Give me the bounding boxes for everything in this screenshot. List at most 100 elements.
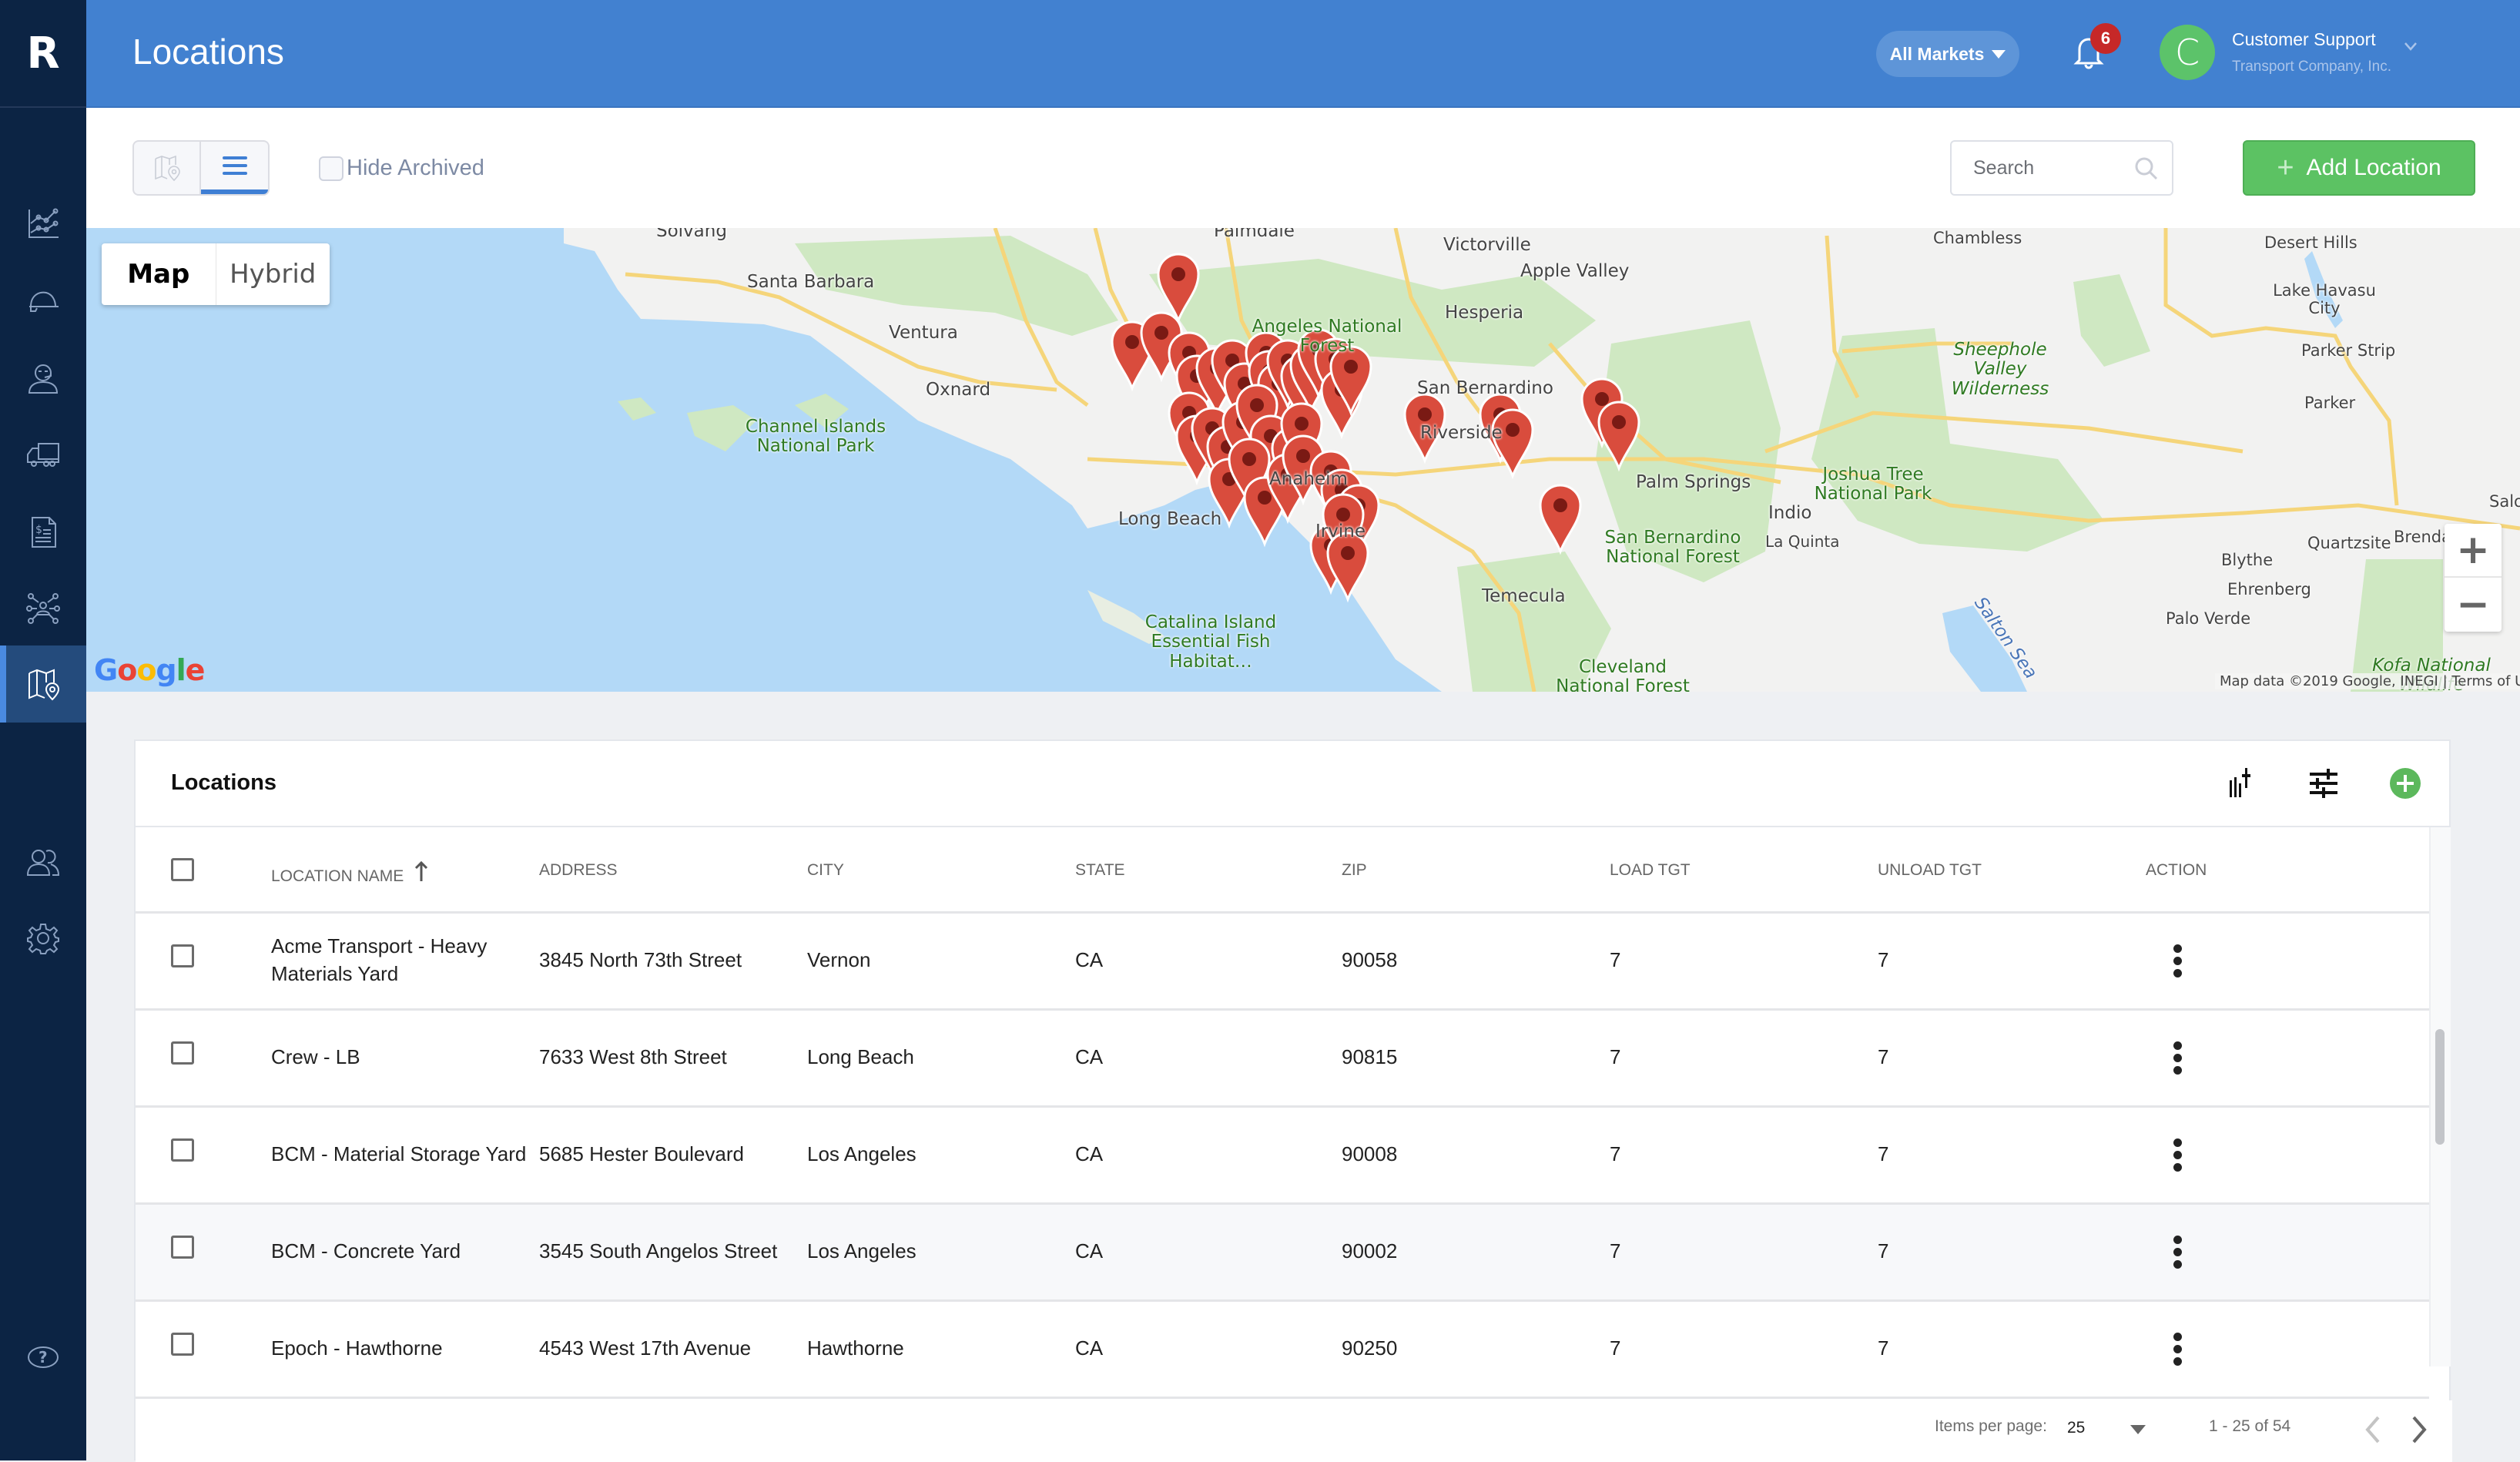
sidebar: R $ ?: [0, 0, 86, 1460]
terms-of-use-link[interactable]: Terms of Use: [2451, 673, 2520, 689]
cell-location-name: BCM - Material Storage Yard: [271, 1142, 527, 1165]
cell-zip: 90008: [1342, 1142, 1398, 1165]
scrollbar-thumb[interactable]: [2435, 1029, 2445, 1145]
column-header-unload-tgt[interactable]: Unload TGT: [1878, 861, 1982, 880]
column-header-city[interactable]: City: [807, 861, 844, 880]
user-menu-chevron-icon[interactable]: [2403, 39, 2418, 54]
cell-location-name: Crew - LB: [271, 1045, 360, 1068]
map-canvas[interactable]: [86, 228, 2520, 692]
sidebar-item-invoices[interactable]: $: [0, 493, 86, 570]
row-actions-menu-icon[interactable]: [2173, 1041, 2183, 1075]
map-view-icon: [154, 155, 180, 182]
help-button[interactable]: ?: [0, 1319, 86, 1396]
cell-zip: 90002: [1342, 1239, 1398, 1262]
previous-page-button[interactable]: [2361, 1414, 2384, 1445]
row-actions-menu-icon[interactable]: [2173, 1138, 2183, 1172]
map-label: Quartzsite: [2307, 534, 2391, 552]
app-logo[interactable]: R: [0, 0, 86, 108]
cell-unload-tgt: 7: [1878, 1045, 1889, 1068]
sidebar-item-settings[interactable]: [0, 900, 86, 977]
sidebar-item-analytics[interactable]: [0, 185, 86, 262]
cell-address: 5685 Hester Boulevard: [539, 1142, 744, 1165]
column-header-location-name[interactable]: Location Name: [271, 860, 428, 886]
svg-text:?: ?: [39, 1348, 48, 1366]
map-label-park: Channel Islands National Park: [745, 417, 886, 457]
table-row[interactable]: Acme Transport - Heavy Materials Yard 384…: [136, 914, 2429, 1011]
map-label: San Bernardino: [1417, 378, 1553, 398]
map-label: Hesperia: [1445, 303, 1524, 323]
column-header-address[interactable]: Address: [539, 861, 618, 880]
map-label: Santa Barbara: [747, 272, 875, 292]
map-label-park: Angeles National Forest: [1252, 317, 1402, 357]
hide-archived-checkbox[interactable]: [319, 156, 343, 181]
sidebar-item-network[interactable]: [0, 570, 86, 647]
table-scrollbar[interactable]: [2429, 827, 2451, 1366]
select-all-checkbox[interactable]: [171, 858, 194, 881]
items-per-page-label: Items per page:: [1935, 1417, 2047, 1435]
cell-address: 3545 South Angelos Street: [539, 1239, 778, 1262]
map-label: La Quinta: [1765, 532, 1840, 551]
map-type-map[interactable]: Map: [102, 243, 216, 305]
row-actions-menu-icon[interactable]: [2173, 1236, 2183, 1269]
sidebar-item-crews[interactable]: [0, 262, 86, 339]
map-label: Solvang: [656, 228, 727, 241]
line-chart-icon: [28, 208, 59, 238]
notification-badge: 6: [2090, 23, 2121, 54]
cell-city: Vernon: [807, 948, 871, 971]
cell-location-name: BCM - Concrete Yard: [271, 1239, 461, 1262]
cell-state: CA: [1075, 1045, 1104, 1068]
hide-archived-toggle[interactable]: Hide Archived: [319, 156, 484, 181]
table-row[interactable]: Crew - LB 7633 West 8th Street Long Beac…: [136, 1011, 2429, 1108]
row-checkbox[interactable]: [171, 1333, 194, 1356]
cell-state: CA: [1075, 1336, 1104, 1360]
table-header-row: Location Name Address City State Zip Loa…: [136, 827, 2429, 914]
map-label-park: Joshua Tree National Park: [1814, 464, 1932, 505]
row-checkbox[interactable]: [171, 1236, 194, 1259]
user-company: Transport Company, Inc.: [2232, 59, 2391, 75]
user-name[interactable]: Customer Support: [2232, 29, 2376, 50]
avatar[interactable]: C: [2160, 25, 2215, 80]
cell-location-name: Epoch - Hawthorne: [271, 1336, 443, 1360]
table-row[interactable]: Epoch - Hawthorne 4543 West 17th Avenue …: [136, 1302, 2429, 1399]
locations-map[interactable]: Map Hybrid Solvang Santa Barbara Ventura…: [86, 228, 2520, 692]
cell-load-tgt: 7: [1610, 948, 1621, 971]
search-input[interactable]: Search: [1950, 140, 2173, 196]
row-actions-menu-icon[interactable]: [2173, 1333, 2183, 1366]
column-header-state[interactable]: State: [1075, 861, 1125, 880]
map-label: Parker Strip: [2301, 341, 2396, 360]
map-attribution: Map data ©2019 Google, INEGI | Terms of …: [2215, 673, 2520, 689]
sidebar-item-trucks[interactable]: [0, 416, 86, 493]
add-location-button[interactable]: + Add Location: [2243, 140, 2475, 196]
column-header-zip[interactable]: Zip: [1342, 861, 1367, 880]
cell-location-name: Acme Transport - Heavy Materials Yard: [271, 934, 488, 985]
zoom-out-button[interactable]: −: [2445, 578, 2502, 632]
market-selector[interactable]: All Markets: [1876, 31, 2019, 77]
filter-button[interactable]: [2306, 766, 2341, 801]
sidebar-item-locations[interactable]: [0, 645, 86, 723]
zoom-in-button[interactable]: +: [2445, 524, 2502, 578]
sidebar-item-users[interactable]: [0, 824, 86, 901]
table-row[interactable]: BCM - Concrete Yard 3545 South Angelos S…: [136, 1205, 2429, 1302]
map-label: Chambless: [1933, 229, 2022, 247]
row-checkbox[interactable]: [171, 1138, 194, 1162]
column-chart-icon: [2230, 768, 2250, 797]
sort-ascending-icon: [414, 860, 428, 886]
cell-zip: 90815: [1342, 1045, 1398, 1068]
map-label-park: Sheephole Valley Wilderness: [1951, 340, 2049, 399]
row-actions-menu-icon[interactable]: [2173, 944, 2183, 978]
next-page-button[interactable]: [2408, 1414, 2431, 1445]
map-type-hybrid[interactable]: Hybrid: [216, 243, 330, 305]
add-row-button[interactable]: [2388, 766, 2423, 801]
columns-button[interactable]: [2224, 766, 2260, 801]
column-header-load-tgt[interactable]: Load TGT: [1610, 861, 1691, 880]
gear-icon: [27, 924, 59, 954]
caret-down-icon[interactable]: [2130, 1425, 2146, 1434]
row-checkbox[interactable]: [171, 1041, 194, 1065]
list-view-button[interactable]: [201, 142, 268, 194]
row-checkbox[interactable]: [171, 944, 194, 967]
table-row[interactable]: BCM - Material Storage Yard 5685 Hester …: [136, 1108, 2429, 1205]
items-per-page-select[interactable]: 25: [2067, 1419, 2085, 1437]
sidebar-item-dispatchers[interactable]: [0, 339, 86, 416]
headset-person-icon: [28, 364, 59, 394]
map-view-button[interactable]: [134, 142, 202, 194]
